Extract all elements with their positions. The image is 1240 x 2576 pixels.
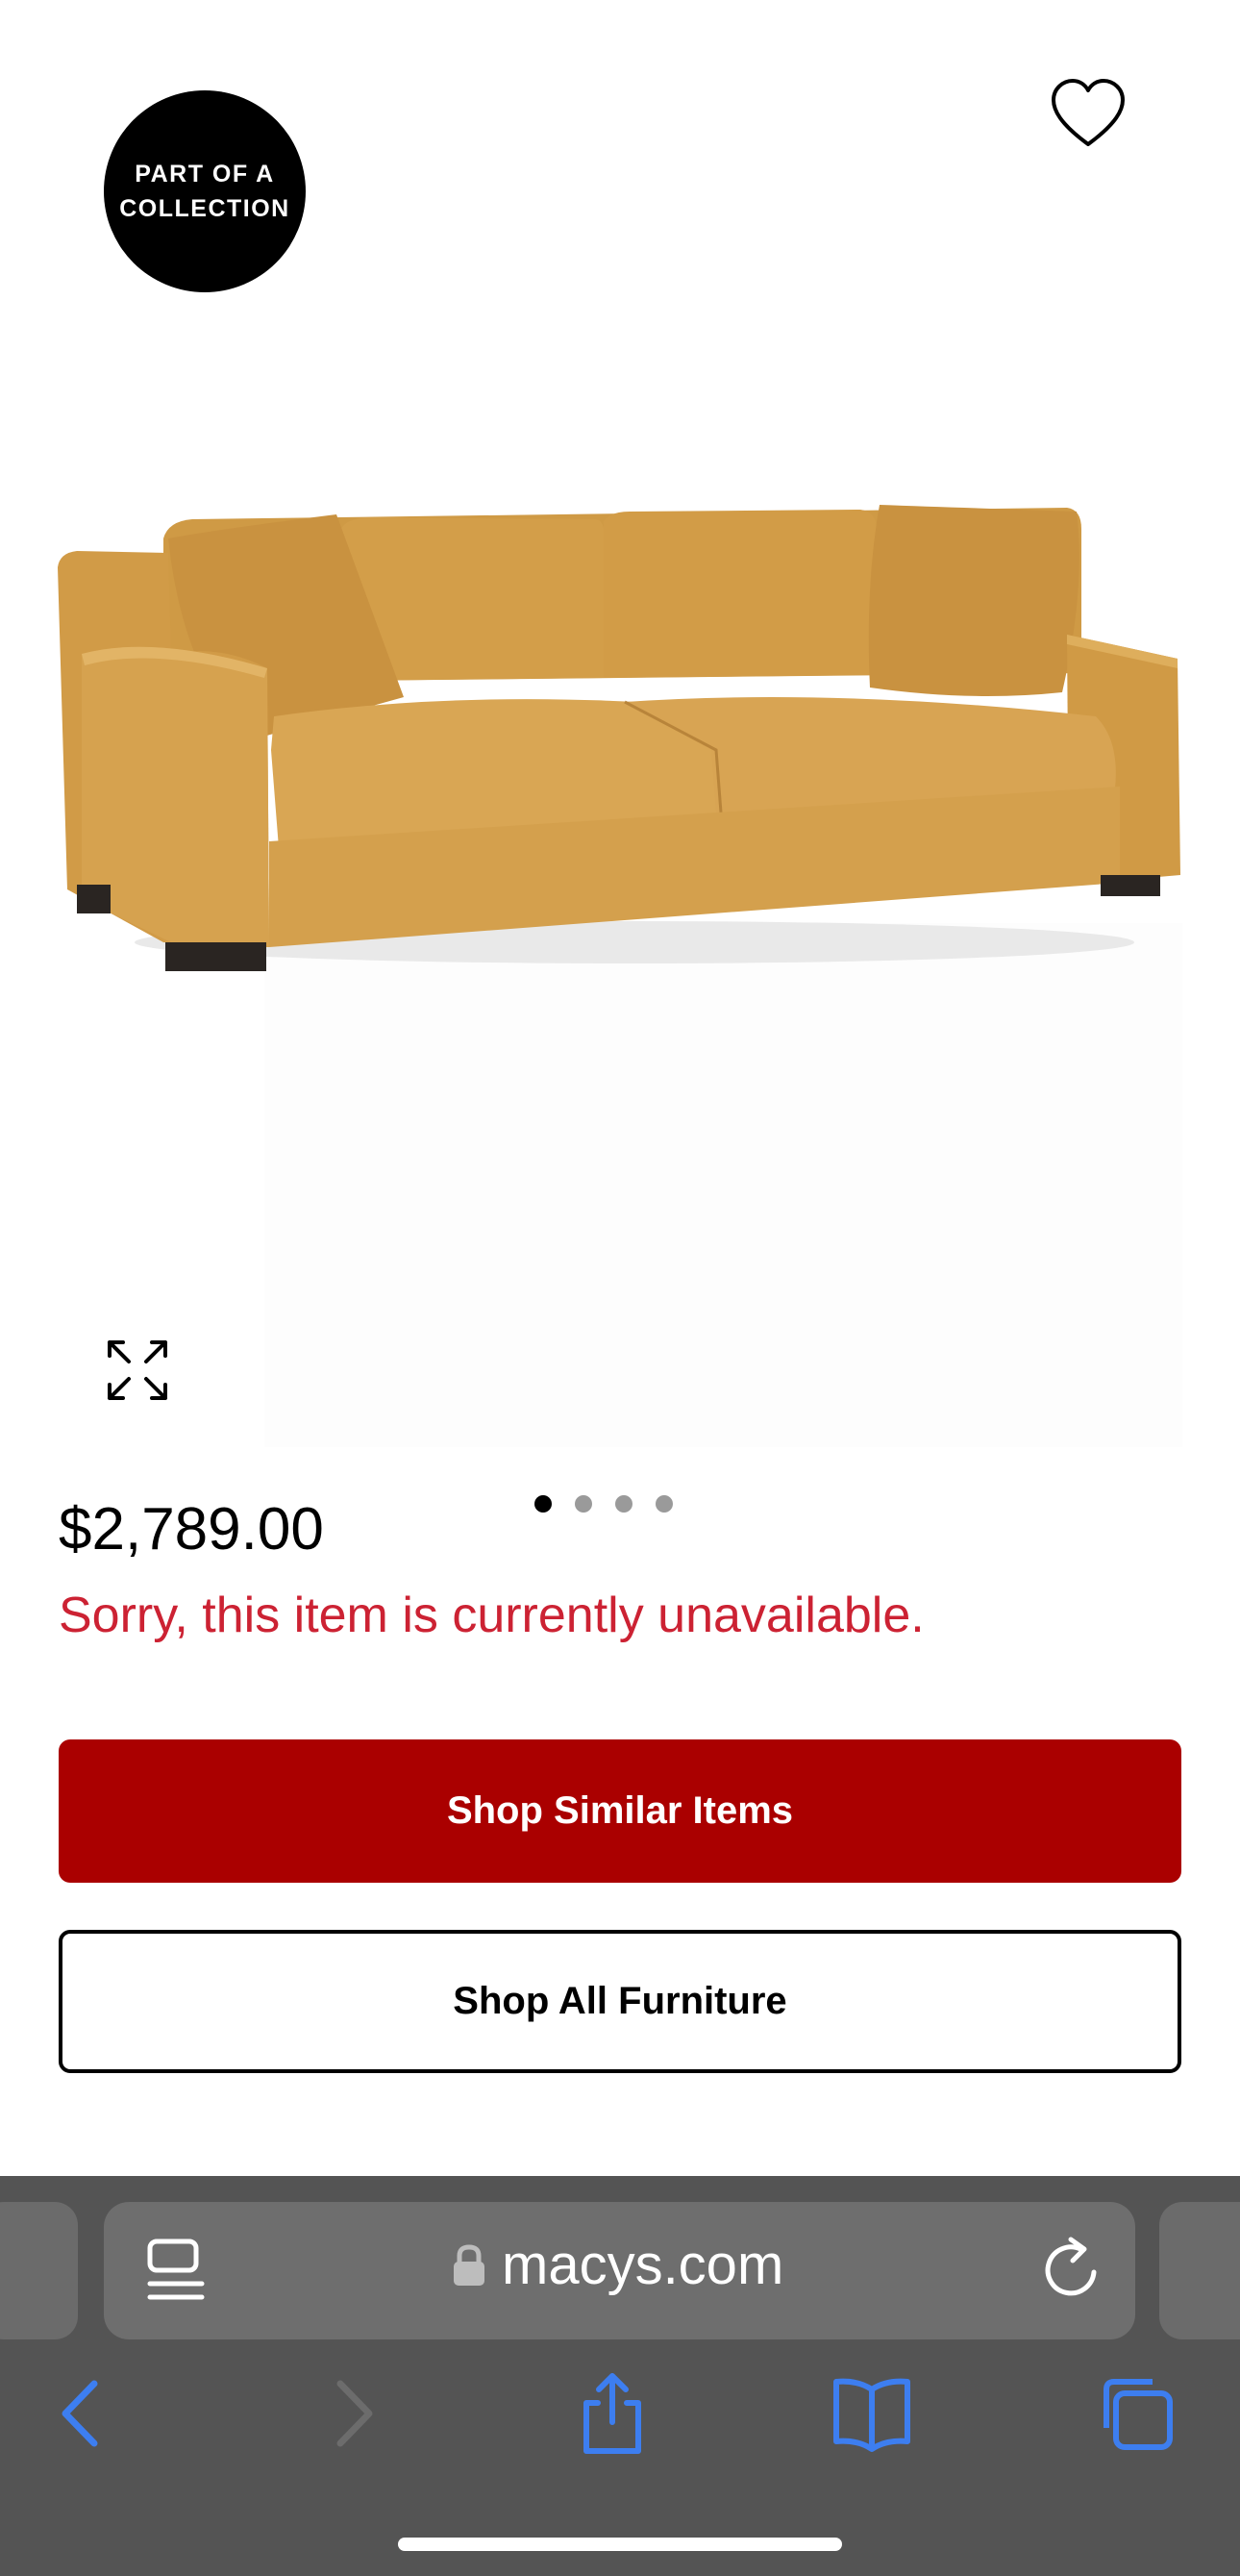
next-tab-preview[interactable]	[1159, 2202, 1240, 2339]
carousel-dot-1[interactable]	[534, 1495, 552, 1513]
book-icon[interactable]	[829, 2370, 915, 2457]
badge-line-1: PART OF A	[135, 161, 275, 188]
product-image[interactable]	[0, 462, 1240, 1481]
collection-badge: PART OF A COLLECTION	[104, 90, 306, 292]
price: $2,789.00	[59, 1496, 324, 1563]
chevron-left-icon[interactable]	[38, 2370, 125, 2457]
tabs-icon[interactable]	[1091, 2370, 1178, 2457]
carousel-dot-3[interactable]	[615, 1495, 632, 1513]
expand-icon[interactable]	[104, 1337, 171, 1404]
chevron-right-icon[interactable]	[310, 2370, 396, 2457]
previous-tab-preview[interactable]	[0, 2202, 78, 2339]
shop-all-furniture-label: Shop All Furniture	[453, 1980, 787, 2022]
heart-icon[interactable]	[1050, 77, 1127, 154]
carousel-dot-4[interactable]	[656, 1495, 673, 1513]
carousel-dot-2[interactable]	[575, 1495, 592, 1513]
reload-icon[interactable]	[1038, 2236, 1105, 2305]
url-text: macys.com	[502, 2234, 784, 2296]
lock-icon	[454, 2243, 484, 2286]
shop-similar-items-button[interactable]: Shop Similar Items	[59, 1739, 1181, 1883]
shop-similar-items-label: Shop Similar Items	[446, 1789, 794, 1832]
carousel-dots	[534, 1495, 673, 1513]
home-indicator[interactable]	[398, 2538, 842, 2551]
reader-icon[interactable]	[144, 2236, 208, 2305]
url-display[interactable]: macys.com	[452, 2233, 783, 2297]
badge-line-2: COLLECTION	[119, 195, 290, 222]
shop-all-furniture-button[interactable]: Shop All Furniture	[59, 1930, 1181, 2073]
share-icon[interactable]	[569, 2370, 656, 2457]
unavailable-message: Sorry, this item is currently unavailabl…	[59, 1588, 925, 1643]
